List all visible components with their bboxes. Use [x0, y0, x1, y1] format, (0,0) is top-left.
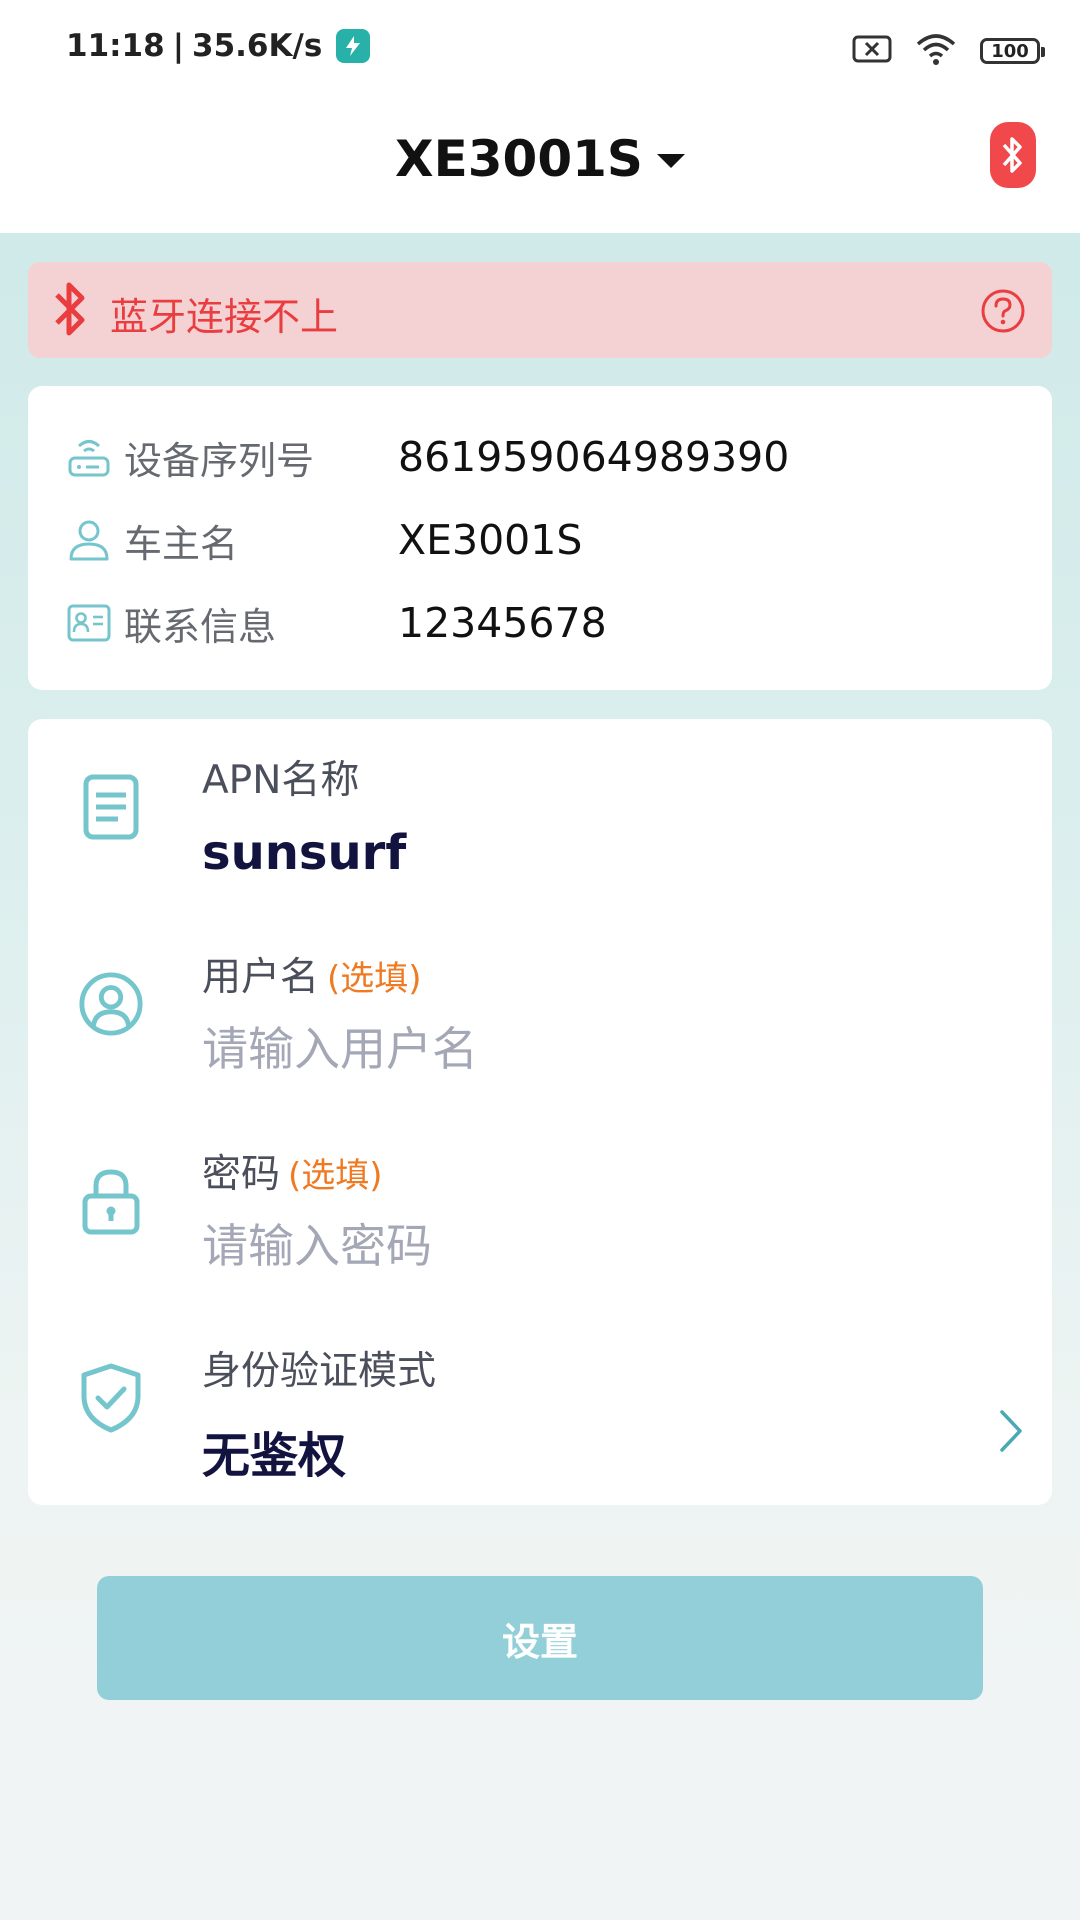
- username-input[interactable]: [202, 1016, 962, 1082]
- caret-down-icon: [656, 154, 685, 168]
- status-right: 100: [852, 32, 1045, 70]
- apn-name-value: sunsurf: [202, 825, 407, 881]
- auth-mode-value: 无鉴权: [202, 1428, 347, 1484]
- router-icon: [66, 434, 112, 480]
- status-bar: 11:18 | 35.6K/s 100: [0, 0, 1080, 100]
- wifi-icon: [914, 32, 958, 70]
- auth-mode-label: 身份验证模式: [202, 1349, 437, 1394]
- user-circle-icon: [78, 966, 144, 1042]
- battery-indicator: 100: [980, 38, 1045, 64]
- document-icon: [78, 769, 144, 845]
- auth-mode-field[interactable]: 身份验证模式 无鉴权: [28, 1310, 1052, 1500]
- password-input[interactable]: [202, 1213, 962, 1279]
- password-label: 密码 (选填): [202, 1143, 383, 1199]
- apn-name-label: APN名称: [202, 758, 360, 803]
- device-selector[interactable]: XE3001S: [0, 130, 1080, 188]
- shield-check-icon: [78, 1360, 144, 1436]
- bluetooth-button[interactable]: [990, 122, 1036, 188]
- apn-form-card: APN名称 sunsurf 用户名(选填) 密码(选填) 身份验证模式 无鉴权: [28, 719, 1052, 1505]
- sim-x-icon: [852, 34, 892, 68]
- info-value: 12345678: [398, 599, 607, 647]
- device-name: XE3001S: [395, 130, 643, 188]
- optional-tag: (选填): [327, 959, 422, 999]
- device-info-card: 设备序列号 861959064989390 车主名 XE3001S 联系信息 1…: [28, 386, 1052, 690]
- status-separator: |: [172, 28, 185, 64]
- info-label: 联系信息: [124, 604, 277, 649]
- info-row-serial: 设备序列号 861959064989390: [66, 427, 789, 487]
- lock-icon: [78, 1163, 144, 1239]
- app-notification-icon: [336, 29, 371, 63]
- username-field: 用户名 (选填): [28, 916, 1052, 1106]
- info-row-owner: 车主名 XE3001S: [66, 510, 582, 570]
- username-label: 用户名 (选填): [202, 946, 422, 1002]
- bluetooth-icon: [1002, 137, 1022, 173]
- info-value: 861959064989390: [398, 433, 790, 481]
- apn-name-field[interactable]: APN名称 sunsurf: [28, 719, 1052, 909]
- info-row-contact: 联系信息 12345678: [66, 593, 607, 653]
- password-field: 密码 (选填): [28, 1113, 1052, 1303]
- info-label: 车主名: [124, 521, 239, 566]
- optional-tag: (选填): [288, 1156, 383, 1196]
- bluetooth-icon: [52, 278, 88, 344]
- chevron-right-icon: [998, 1408, 1024, 1458]
- status-time: 11:18: [66, 28, 165, 64]
- username-label-text: 用户名: [202, 955, 320, 1000]
- user-icon: [66, 517, 112, 563]
- status-left: 11:18 | 35.6K/s: [66, 28, 371, 64]
- app-header: XE3001S: [0, 100, 1080, 233]
- alert-message: 蓝牙连接不上: [110, 295, 339, 339]
- status-network-speed: 35.6K/s: [192, 28, 323, 64]
- bluetooth-alert-banner: 蓝牙连接不上: [28, 262, 1052, 358]
- info-label: 设备序列号: [124, 438, 315, 483]
- password-label-text: 密码: [202, 1152, 281, 1197]
- contact-card-icon: [66, 600, 112, 646]
- info-value: XE3001S: [398, 516, 583, 564]
- help-icon[interactable]: [980, 288, 1026, 338]
- set-button[interactable]: 设置: [97, 1576, 983, 1700]
